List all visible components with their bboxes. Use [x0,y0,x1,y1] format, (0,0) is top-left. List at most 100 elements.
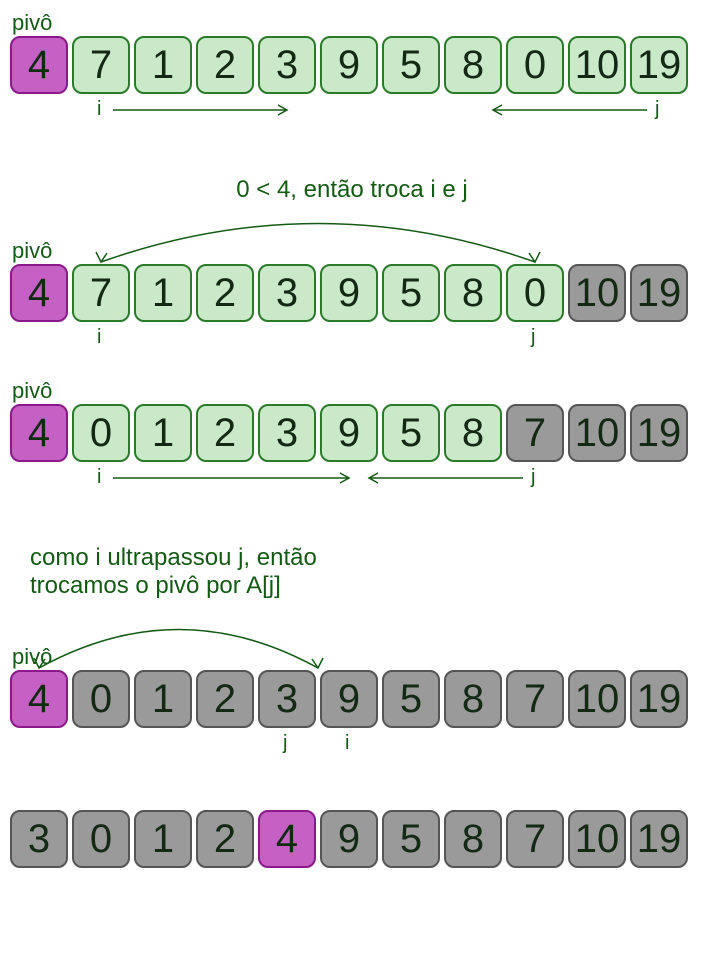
cell-value: 4 [28,677,50,722]
array-row: 4712395801019 [10,264,694,322]
i-label: i [97,326,101,349]
step3: pivô4012395871019ij [10,404,694,494]
cell-value: 5 [400,677,422,722]
cell-value: 7 [524,411,546,456]
array-cell: 0 [506,36,564,94]
array-cell: 2 [196,670,254,728]
cell-value: 8 [462,271,484,316]
cell-value: 19 [637,411,682,456]
array-cell: 9 [320,670,378,728]
caption: 0 < 4, então troca i e j [10,176,694,204]
cell-value: 19 [637,271,682,316]
i-label: i [345,732,349,755]
array-row: 401239587 1019 [10,670,694,728]
caption: trocamos o pivô por A[j] [30,572,694,600]
cell-value: 0 [90,411,112,456]
array-cell: 4 [10,36,68,94]
cell-value: 5 [400,271,422,316]
cell-value: 8 [462,43,484,88]
array-cell: 1 [134,264,192,322]
array-cell: 8 [444,36,502,94]
array-row: 4712395801019 [10,36,694,94]
cell-value: 4 [28,271,50,316]
cell-value: 8 [462,677,484,722]
cell-value: 7 [524,677,546,722]
index-arrows [10,466,692,494]
array-cell: 9 [320,36,378,94]
array-cell: 19 [630,36,688,94]
cell-value: 5 [400,411,422,456]
array-cell: 7 [506,670,564,728]
array-row: 3012495871019 [10,810,694,868]
cell-value: 0 [524,271,546,316]
array-cell: 3 [258,404,316,462]
step4: como i ultrapassou j, entãotrocamos o pi… [10,544,694,760]
cell-value: 9 [338,817,360,862]
cell-value: 8 [462,411,484,456]
array-cell: 5 [382,670,440,728]
cell-value: 5 [400,43,422,88]
cell-value: 7 [90,271,112,316]
cell-value: 9 [338,677,360,722]
array-cell: 7 [72,264,130,322]
cell-value: 1 [152,677,174,722]
index-labels: ij [10,326,694,354]
step2: 0 < 4, então troca i e jpivô 47123958010… [10,176,694,354]
step5: 3012495871019 [10,810,694,868]
array-cell: 1 [134,810,192,868]
array-cell: 1 [134,670,192,728]
cell-value: 4 [28,411,50,456]
j-label: j [655,98,659,121]
index-arrows [10,98,692,126]
array-cell: 7 [72,36,130,94]
array-cell: 0 [72,404,130,462]
array-cell: 4 [10,670,68,728]
cell-value: 2 [214,411,236,456]
pivot-label: pivô [12,644,52,670]
cell-value: 1 [152,43,174,88]
cell-value: 7 [90,43,112,88]
array-cell: 0 [506,264,564,322]
array-cell: 4 [10,264,68,322]
array-cell: 9 [320,404,378,462]
array-cell: 10 [568,670,626,728]
cell-value: 19 [637,817,682,862]
step1: pivô4712395801019ij [10,36,694,126]
cell-value: 0 [90,817,112,862]
array-cell: 2 [196,404,254,462]
index-labels: ij [10,98,694,126]
cell-value: 1 [152,411,174,456]
cell-value: 10 [575,411,620,456]
array-row: 401239587 10 19 [10,404,694,462]
cell-value: 1 [152,271,174,316]
cell-value: 2 [214,271,236,316]
cell-value: 1 [152,817,174,862]
cell-value: 0 [524,43,546,88]
array-cell: 2 [196,810,254,868]
cell-value: 8 [462,817,484,862]
cell-value: 2 [214,43,236,88]
cell-value: 0 [90,677,112,722]
array-cell: 0 [72,670,130,728]
index-labels: ij [10,732,694,760]
array-cell: 1 [134,36,192,94]
pivot-label: pivô [12,378,52,404]
array-cell: 3 [258,670,316,728]
cell-value: 4 [28,43,50,88]
cell-value: 9 [338,271,360,316]
j-label: j [531,326,535,349]
swap-curve [10,609,348,676]
array-cell: 8 [444,264,502,322]
array-cell: 8 [444,810,502,868]
cell-value: 10 [575,817,620,862]
cell-value: 19 [637,43,682,88]
cell-value: 9 [338,43,360,88]
cell-value: 19 [637,677,682,722]
index-labels: ij [10,466,694,494]
array-cell: 5 [382,810,440,868]
array-cell: 10 [568,36,626,94]
cell-value: 7 [524,817,546,862]
cell-value: 2 [214,817,236,862]
array-cell: 2 [196,36,254,94]
cell-value: 3 [276,411,298,456]
